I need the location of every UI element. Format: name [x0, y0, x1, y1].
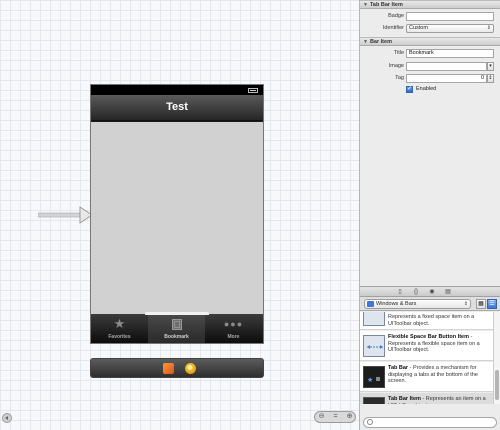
navigation-title[interactable]: Test: [91, 101, 263, 113]
flexible-space-thumbnail: [363, 335, 385, 357]
bookmark-icon: [148, 317, 205, 331]
title-label: Title: [393, 50, 404, 56]
library-tab-bar: ▯ {} ◉ ▤: [360, 287, 500, 297]
navigation-bar[interactable]: Test: [91, 95, 263, 121]
library-search-field[interactable]: [363, 417, 497, 428]
list-item-text: Flexible Space Bar Button Item - Represe…: [388, 334, 491, 354]
tab-bar[interactable]: ★ Favorites Bookmark ●●● More: [91, 314, 263, 343]
view-controller-icon[interactable]: [185, 363, 196, 374]
list-item-tab-bar-item[interactable]: ★ Tab Bar Item - Represents an item on a…: [360, 393, 493, 404]
tag-label: Tag: [395, 75, 404, 81]
tab-bookmark[interactable]: Bookmark: [148, 314, 205, 343]
tab-selection-indicator: [145, 312, 209, 315]
badge-label: Badge: [388, 13, 404, 19]
list-item-fixed-space[interactable]: Represents a fixed space item on a UIToo…: [360, 312, 493, 330]
image-dropdown-button[interactable]: ▾: [487, 62, 494, 71]
list-item-text: Tab Bar Item - Represents an item on a U…: [388, 396, 491, 404]
identifier-value: Custom: [409, 25, 428, 31]
tab-favorites-label: Favorites: [108, 334, 131, 340]
image-combo-field[interactable]: [406, 62, 487, 71]
list-item-title: Flexible Space Bar Button Item: [388, 334, 469, 340]
tab-favorites[interactable]: ★ Favorites: [91, 314, 148, 343]
first-responder-icon[interactable]: [163, 363, 174, 374]
list-item-title: Tab Bar Item: [388, 396, 421, 402]
section-title: Tab Bar Item: [369, 2, 403, 8]
tab-bar-thumbnail: ★: [363, 366, 385, 388]
section-title: Bar Item: [369, 39, 392, 45]
image-label: Image: [388, 63, 404, 69]
scene-dock[interactable]: [90, 358, 264, 378]
attributes-inspector: ▼ Tab Bar Item Badge Identifier Custom ⇕ …: [360, 0, 500, 286]
folder-icon: [367, 301, 374, 307]
list-item-description: Represents a fixed space item on a UIToo…: [388, 314, 475, 327]
zoom-in-icon[interactable]: ⊕: [343, 412, 356, 422]
battery-icon: [248, 88, 258, 93]
fixed-space-thumbnail: [363, 312, 385, 326]
title-field[interactable]: Bookmark: [406, 49, 494, 58]
list-item-text: Represents a fixed space item on a UIToo…: [388, 314, 491, 327]
svg-text:★: ★: [368, 403, 381, 404]
enabled-checkbox[interactable]: ✓: [406, 86, 413, 93]
svg-text:★: ★: [367, 376, 373, 384]
list-item-flexible-space[interactable]: Flexible Space Bar Button Item - Represe…: [360, 331, 493, 361]
code-snippet-library-icon[interactable]: {}: [410, 288, 422, 296]
icon-view-toggle[interactable]: ▦: [476, 299, 486, 309]
search-icon: [367, 419, 373, 425]
view-content-area[interactable]: [91, 122, 263, 314]
list-item-tab-bar[interactable]: ★ Tab Bar - Provides a mechanism for dis…: [360, 362, 493, 392]
tag-field[interactable]: 0: [406, 74, 487, 83]
identifier-label: Identifier: [382, 25, 404, 31]
popup-arrows-icon: ⇕: [486, 25, 491, 31]
list-item-title: Tab Bar: [388, 365, 409, 371]
library-list[interactable]: Represents a fixed space item on a UIToo…: [360, 312, 493, 404]
tab-bar-item-section-header[interactable]: ▼ Tab Bar Item: [360, 0, 500, 9]
tag-stepper[interactable]: ⇕: [487, 74, 494, 83]
list-view-toggle[interactable]: ☰: [487, 299, 497, 309]
library-category-value: Windows & Bars: [376, 301, 417, 307]
library-filter-bar: Windows & Bars ⇕ ▦ ☰: [360, 297, 500, 311]
identifier-popup[interactable]: Custom ⇕: [406, 24, 494, 33]
tab-bar-item-thumbnail: ★: [363, 397, 385, 404]
list-item-text: Tab Bar - Provides a mechanism for displ…: [388, 365, 491, 385]
object-library-icon[interactable]: ◉: [426, 288, 438, 296]
zoom-out-icon[interactable]: ⊖: [315, 412, 328, 422]
more-icon: ●●●: [223, 319, 244, 329]
tab-bookmark-label: Bookmark: [164, 334, 189, 340]
tab-more-label: More: [227, 334, 240, 340]
status-bar: [91, 85, 263, 95]
zoom-fit-icon[interactable]: =: [329, 412, 342, 422]
star-icon: ★: [113, 316, 126, 331]
library-scrollbar[interactable]: [493, 312, 500, 404]
disclosure-triangle-icon[interactable]: ▼: [363, 1, 368, 9]
show-document-outline-button[interactable]: [2, 413, 12, 423]
popup-arrows-icon: ⇕: [463, 301, 468, 307]
zoom-controls[interactable]: ⊖ = ⊕: [314, 411, 356, 423]
file-template-library-icon[interactable]: ▯: [394, 288, 406, 296]
entry-point-arrow: [38, 206, 93, 224]
view-controller-scene[interactable]: Test ★ Favorites Bookmark ●●● More: [90, 84, 264, 344]
bar-item-section-header[interactable]: ▼ Bar Item: [360, 37, 500, 46]
badge-field[interactable]: [406, 12, 494, 21]
storyboard-canvas[interactable]: Test ★ Favorites Bookmark ●●● More ⊖ = ⊕: [0, 0, 360, 430]
library-category-select[interactable]: Windows & Bars ⇕: [364, 299, 471, 309]
disclosure-triangle-icon[interactable]: ▼: [363, 38, 368, 46]
scrollbar-thumb[interactable]: [495, 370, 499, 400]
media-library-icon[interactable]: ▤: [442, 288, 454, 296]
tab-more[interactable]: ●●● More: [205, 314, 262, 343]
object-library: ▯ {} ◉ ▤ Windows & Bars ⇕ ▦ ☰ Represents…: [360, 286, 500, 430]
enabled-label: Enabled: [416, 86, 437, 92]
